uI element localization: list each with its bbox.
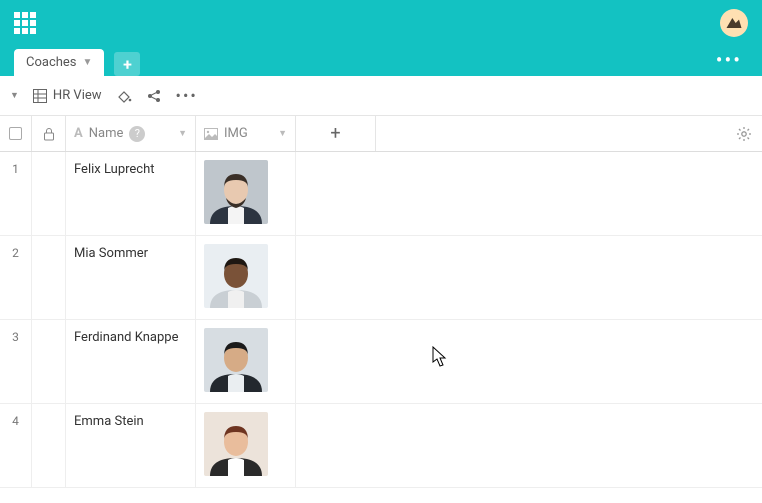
table-row: 2 Mia Sommer <box>0 236 762 320</box>
image-cell[interactable] <box>196 152 296 235</box>
row-number[interactable]: 2 <box>0 236 32 319</box>
row-number[interactable]: 3 <box>0 320 32 403</box>
table-row: 4 Emma Stein <box>0 404 762 488</box>
image-cell[interactable] <box>196 236 296 319</box>
select-all-checkbox[interactable] <box>9 127 22 140</box>
table-icon <box>33 89 47 103</box>
toolbar-more-icon[interactable]: ••• <box>176 86 198 105</box>
row-lock-cell <box>32 152 66 235</box>
column-label: IMG <box>224 126 248 141</box>
column-header-img[interactable]: IMG ▼ <box>196 116 296 151</box>
column-header-name[interactable]: A Name ? ▼ <box>66 116 196 151</box>
chevron-down-icon[interactable]: ▼ <box>178 128 187 139</box>
profile-thumbnail[interactable] <box>204 328 268 392</box>
chevron-down-icon[interactable]: ▼ <box>278 128 287 139</box>
image-cell[interactable] <box>196 320 296 403</box>
name-cell[interactable]: Mia Sommer <box>66 236 196 319</box>
view-selector[interactable]: HR View <box>33 88 102 103</box>
help-icon[interactable]: ? <box>129 126 145 142</box>
view-label: HR View <box>53 88 102 103</box>
add-tab-button[interactable]: + <box>114 52 140 76</box>
name-cell[interactable]: Emma Stein <box>66 404 196 487</box>
user-avatar[interactable] <box>720 9 748 37</box>
row-number[interactable]: 1 <box>0 152 32 235</box>
table-row: 3 Ferdinand Knappe <box>0 320 762 404</box>
name-cell[interactable]: Ferdinand Knappe <box>66 320 196 403</box>
row-lock-cell <box>32 236 66 319</box>
name-cell[interactable]: Felix Luprecht <box>66 152 196 235</box>
row-lock-cell <box>32 404 66 487</box>
profile-thumbnail[interactable] <box>204 412 268 476</box>
view-filter-icon[interactable]: ▼ <box>10 90 19 101</box>
text-type-icon: A <box>74 126 83 141</box>
image-type-icon <box>204 128 218 140</box>
add-column-button[interactable]: + <box>296 116 376 151</box>
lock-column-icon[interactable] <box>32 116 66 151</box>
chevron-down-icon: ▼ <box>83 57 93 68</box>
profile-thumbnail[interactable] <box>204 244 268 308</box>
top-more-icon[interactable]: ••• <box>710 44 748 76</box>
apps-launcher-icon[interactable] <box>14 12 36 34</box>
row-lock-cell <box>32 320 66 403</box>
settings-gear-icon[interactable] <box>736 126 752 146</box>
column-label: Name <box>89 126 124 141</box>
profile-thumbnail[interactable] <box>204 160 268 224</box>
share-icon[interactable] <box>146 88 162 104</box>
paint-bucket-icon[interactable] <box>116 88 132 104</box>
tab-coaches[interactable]: Coaches ▼ <box>14 49 104 76</box>
table-row: 1 Felix Luprecht <box>0 152 762 236</box>
tab-label: Coaches <box>26 55 77 70</box>
image-cell[interactable] <box>196 404 296 487</box>
row-number[interactable]: 4 <box>0 404 32 487</box>
